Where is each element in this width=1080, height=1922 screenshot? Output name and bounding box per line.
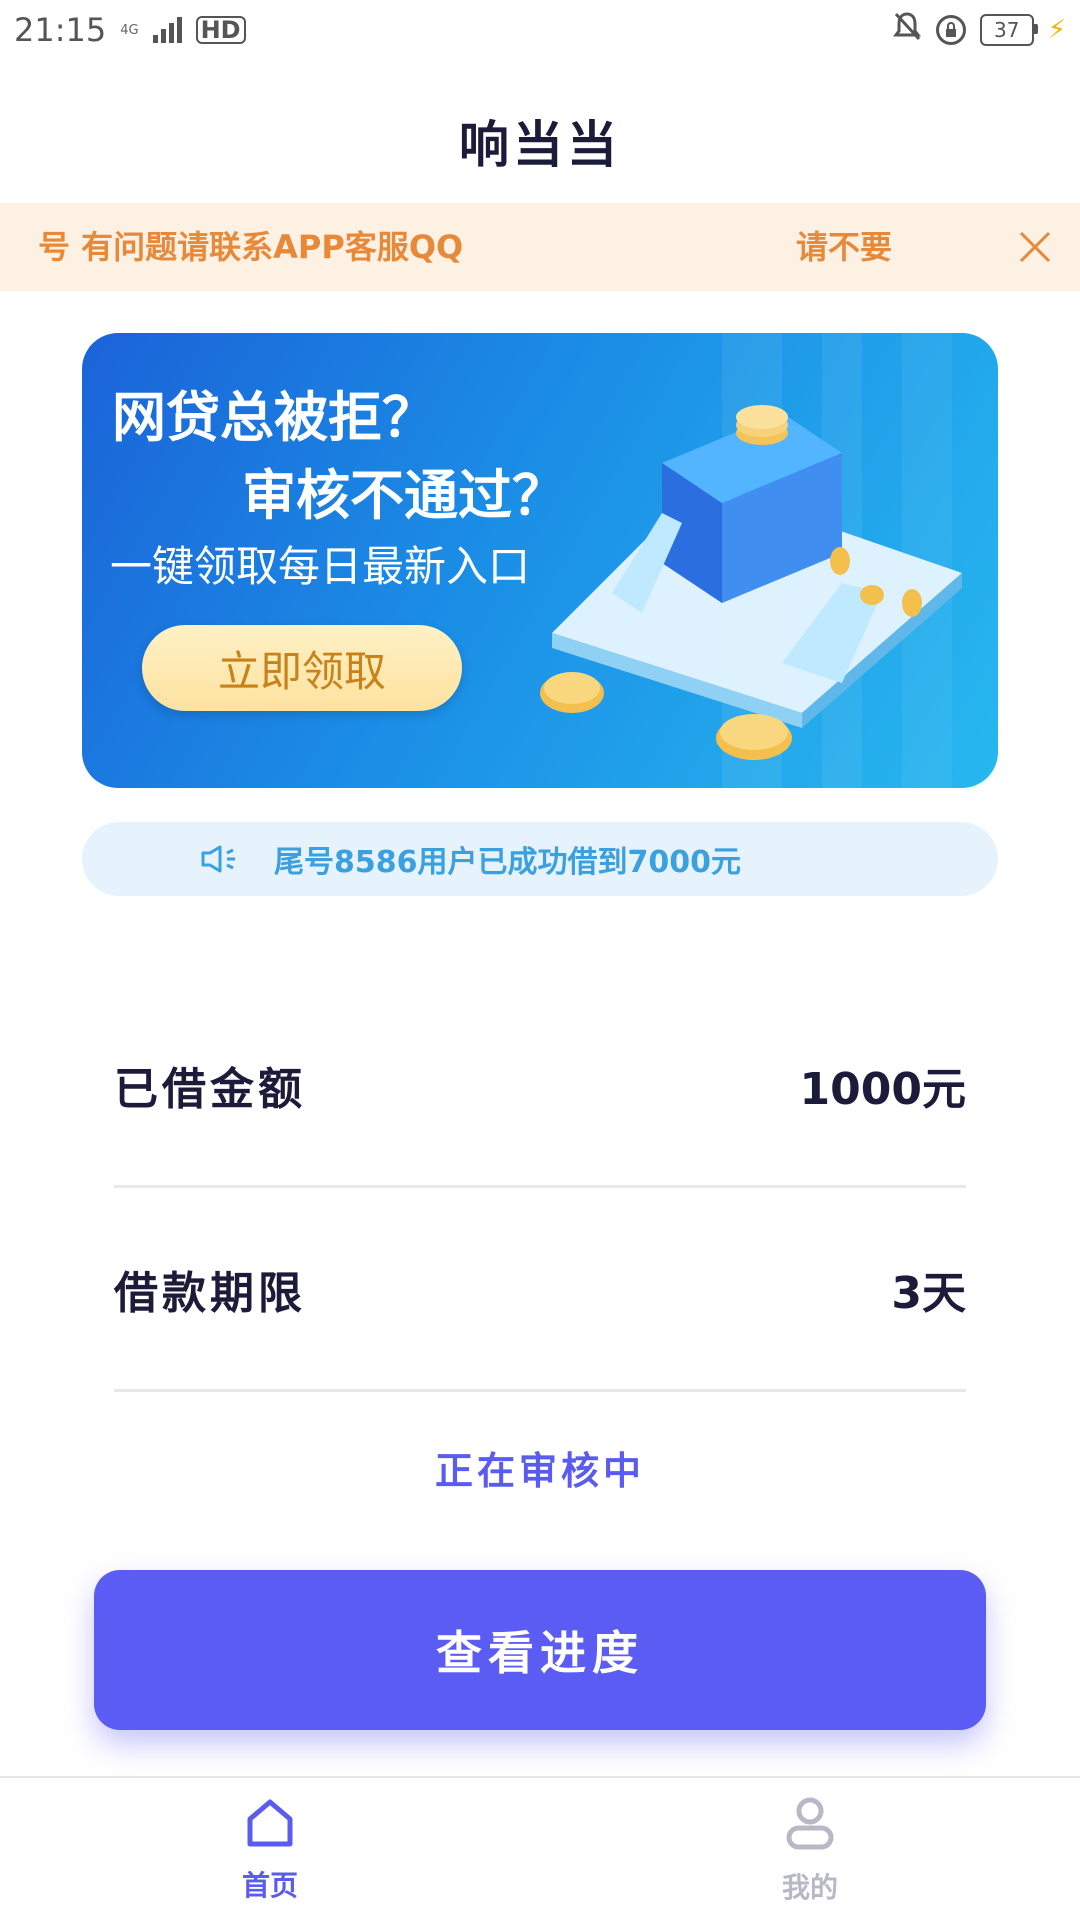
amount-label: 已借金额 xyxy=(114,1063,306,1115)
promo-banner[interactable]: 网贷总被拒？ 审核不通过？ 一键领取每日最新入口 立即领取 xyxy=(82,333,998,788)
bolt-icon: ⚡ xyxy=(1047,15,1066,45)
banner-line-1: 网贷总被拒？ xyxy=(112,386,436,449)
speaker-icon xyxy=(200,844,240,874)
status-right: 37 ⚡ xyxy=(892,10,1066,50)
ticker-text: 尾号8586用户已成功借到7000元 xyxy=(274,845,741,880)
notice-text-a: 号 有问题请联系APP客服QQ xyxy=(38,228,464,266)
lock-icon xyxy=(935,15,966,45)
signal-icon xyxy=(152,17,182,43)
bell-off-icon xyxy=(892,10,922,50)
page-title: 响当当 xyxy=(459,116,621,174)
status-left: 21:15 4G HD xyxy=(14,11,246,49)
tab-mine[interactable]: 我的 xyxy=(540,1778,1080,1922)
tab-home[interactable]: 首页 xyxy=(0,1778,540,1922)
tab-home-label: 首页 xyxy=(241,1868,298,1902)
status-bar: 21:15 4G HD 37 ⚡ xyxy=(0,0,1080,60)
loan-ticker: 尾号8586用户已成功借到7000元 xyxy=(82,822,998,896)
home-icon xyxy=(244,1797,296,1856)
tab-mine-label: 我的 xyxy=(781,1870,838,1904)
term-value: 3天 xyxy=(891,1267,966,1319)
banner-line-3: 一键领取每日最新入口 xyxy=(110,542,531,591)
tab-bar: 首页 我的 xyxy=(0,1776,1080,1922)
hd-badge: HD xyxy=(195,16,246,44)
amount-value: 1000元 xyxy=(799,1063,966,1115)
review-status: 正在审核中 xyxy=(434,1449,645,1493)
status-time: 21:15 xyxy=(14,11,107,49)
banner-line-2: 审核不通过？ xyxy=(242,464,566,527)
term-row: 借款期限 3天 xyxy=(114,1188,966,1392)
battery-level: 37 xyxy=(994,18,1020,42)
notice-bar: 号 有问题请联系APP客服QQ 请不要 xyxy=(0,203,1080,291)
view-progress-button[interactable]: 查看进度 xyxy=(94,1570,986,1730)
amount-row: 已借金额 1000元 xyxy=(114,984,966,1188)
close-icon[interactable] xyxy=(990,230,1080,264)
network-type: 4G xyxy=(120,22,139,38)
notice-text-b: 请不要 xyxy=(796,228,893,266)
battery-icon: 37 xyxy=(979,14,1038,46)
notice-marquee: 号 有问题请联系APP客服QQ 请不要 xyxy=(0,203,990,291)
claim-button[interactable]: 立即领取 xyxy=(142,625,462,711)
user-icon xyxy=(784,1795,836,1858)
term-label: 借款期限 xyxy=(114,1267,306,1319)
